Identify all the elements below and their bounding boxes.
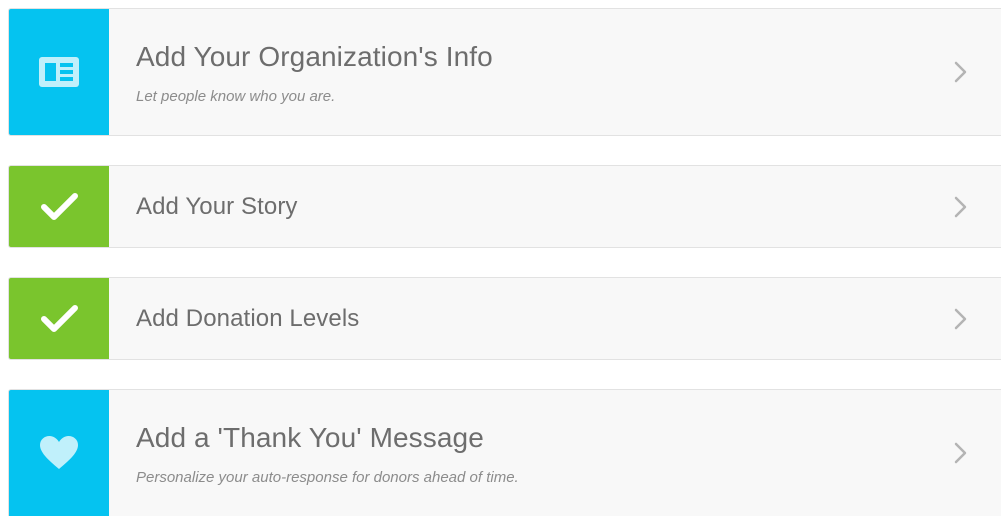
id-card-icon: [38, 57, 79, 87]
step-subtitle: Personalize your auto-response for donor…: [136, 468, 519, 486]
setup-steps-list: Add Your Organization's Info Let people …: [0, 0, 1001, 516]
chevron-right-icon: [954, 308, 967, 329]
step-subtitle: Let people know who you are.: [136, 87, 336, 105]
step-status-badge: [9, 278, 109, 359]
step-donation-levels[interactable]: Add Donation Levels: [8, 277, 1001, 360]
checkmark-icon: [40, 192, 78, 220]
step-organization-info[interactable]: Add Your Organization's Info Let people …: [8, 8, 1001, 136]
step-status-badge: [9, 9, 109, 135]
step-title: Add Your Story: [136, 192, 298, 220]
step-thank-you-message[interactable]: Add a 'Thank You' Message Personalize yo…: [8, 389, 1001, 516]
step-status-badge: [9, 166, 109, 247]
chevron-right-icon: [954, 196, 967, 217]
chevron-right-icon: [954, 442, 967, 464]
step-status-badge: [9, 390, 109, 516]
checkmark-icon: [40, 304, 78, 332]
chevron-right-icon: [954, 61, 967, 83]
step-title: Add a 'Thank You' Message: [136, 421, 484, 453]
step-title: Add Your Organization's Info: [136, 40, 493, 72]
step-story[interactable]: Add Your Story: [8, 165, 1001, 248]
step-title: Add Donation Levels: [136, 304, 360, 332]
heart-icon: [39, 436, 78, 469]
